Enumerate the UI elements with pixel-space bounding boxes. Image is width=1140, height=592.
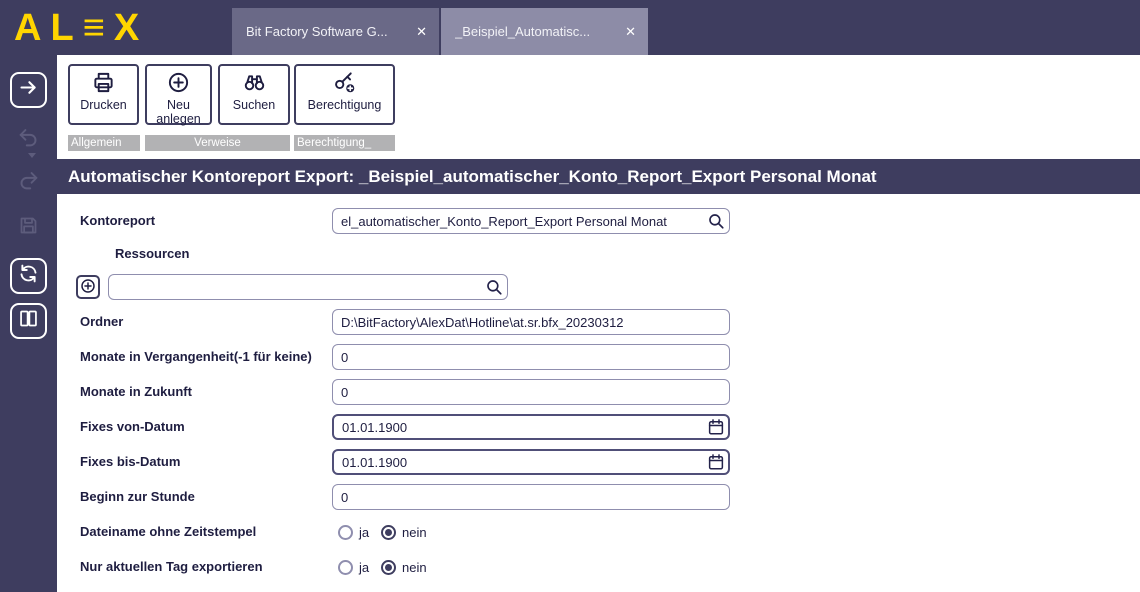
refresh-icon xyxy=(18,263,39,289)
columns-icon xyxy=(18,308,39,334)
radio-label-nein[interactable]: nein xyxy=(402,560,427,575)
new-record-button[interactable]: Neu anlegen xyxy=(145,64,212,125)
kontoreport-label: Kontoreport xyxy=(80,208,155,234)
tab-label: Bit Factory Software G... xyxy=(246,24,406,39)
monate-vergangenheit-input[interactable] xyxy=(332,344,730,370)
save-icon xyxy=(18,215,39,241)
calendar-icon[interactable] xyxy=(707,453,725,471)
group-tab-verweise[interactable]: Verweise xyxy=(145,135,290,151)
fixes-bis-datum-label: Fixes bis-Datum xyxy=(80,449,180,475)
page-title: Automatischer Kontoreport Export: _Beisp… xyxy=(57,159,1140,194)
beginn-stunde-field xyxy=(332,484,730,510)
tab-beispiel-automatisch[interactable]: _Beispiel_Automatisc... ✕ xyxy=(441,8,648,55)
main-content: Drucken Neu anlegen Suchen Berechtigung … xyxy=(57,55,1140,592)
radio-aktuellen-tag-nein[interactable] xyxy=(381,560,396,575)
radio-aktuellen-tag-ja[interactable] xyxy=(338,560,353,575)
button-label: Suchen xyxy=(233,98,275,112)
search-button[interactable]: Suchen xyxy=(218,64,290,125)
save-button[interactable] xyxy=(10,210,47,246)
fixes-von-datum-label: Fixes von-Datum xyxy=(80,414,185,440)
permissions-button[interactable]: Berechtigung xyxy=(294,64,395,125)
arrow-right-icon xyxy=(18,77,39,103)
tab-bit-factory[interactable]: Bit Factory Software G... ✕ xyxy=(232,8,439,55)
fixes-bis-datum-field xyxy=(332,449,730,475)
radio-dateiname-ja[interactable] xyxy=(338,525,353,540)
group-tab-berechtigung[interactable]: Berechtigung_ xyxy=(294,135,395,151)
ressourcen-field xyxy=(108,274,508,300)
monate-zukunft-field xyxy=(332,379,730,405)
redo-icon xyxy=(18,170,39,196)
monate-zukunft-label: Monate in Zukunft xyxy=(80,379,192,405)
kontoreport-input[interactable] xyxy=(332,208,730,234)
binoculars-icon xyxy=(243,71,266,97)
ordner-field xyxy=(332,309,730,335)
close-icon[interactable]: ✕ xyxy=(416,24,427,40)
undo-history-caret-icon[interactable] xyxy=(28,153,36,158)
monate-vergangenheit-field xyxy=(332,344,730,370)
monate-vergangenheit-label: Monate in Vergangenheit(-1 für keine) xyxy=(80,344,312,370)
nur-aktuellen-tag-label: Nur aktuellen Tag exportieren xyxy=(80,554,263,580)
button-label: Berechtigung xyxy=(308,98,382,112)
kontoreport-field xyxy=(332,208,730,234)
button-label: Neu anlegen xyxy=(149,98,208,127)
beginn-stunde-label: Beginn zur Stunde xyxy=(80,484,195,510)
calendar-icon[interactable] xyxy=(707,418,725,436)
radio-dateiname-nein[interactable] xyxy=(381,525,396,540)
redo-button[interactable] xyxy=(10,165,47,201)
key-plus-icon xyxy=(333,71,356,97)
fixes-von-datum-input[interactable] xyxy=(332,414,730,440)
fixes-bis-datum-input[interactable] xyxy=(332,449,730,475)
columns-button[interactable] xyxy=(10,303,47,339)
top-bar: AL≡X Bit Factory Software G... ✕ _Beispi… xyxy=(0,0,1140,55)
sidebar xyxy=(0,55,57,592)
group-tab-allgemein[interactable]: Allgemein xyxy=(68,135,140,151)
forward-arrow-button[interactable] xyxy=(10,72,47,108)
beginn-stunde-input[interactable] xyxy=(332,484,730,510)
fixes-von-datum-field xyxy=(332,414,730,440)
radio-label-ja[interactable]: ja xyxy=(359,525,369,540)
plus-circle-icon xyxy=(80,278,96,297)
alex-logo: AL≡X xyxy=(14,2,148,54)
button-label: Drucken xyxy=(80,98,127,112)
tab-label: _Beispiel_Automatisc... xyxy=(455,24,615,39)
undo-icon xyxy=(18,127,39,153)
plus-circle-icon xyxy=(167,71,190,97)
ressourcen-label: Ressourcen xyxy=(115,241,189,267)
radio-label-ja[interactable]: ja xyxy=(359,560,369,575)
monate-zukunft-input[interactable] xyxy=(332,379,730,405)
search-icon[interactable] xyxy=(485,278,503,296)
ordner-input[interactable] xyxy=(332,309,730,335)
print-button[interactable]: Drucken xyxy=(68,64,139,125)
printer-icon xyxy=(92,71,115,97)
refresh-button[interactable] xyxy=(10,258,47,294)
search-icon[interactable] xyxy=(707,212,725,230)
dateiname-zeitstempel-label: Dateiname ohne Zeitstempel xyxy=(80,519,256,545)
add-resource-button[interactable] xyxy=(76,275,100,299)
app-window: AL≡X Bit Factory Software G... ✕ _Beispi… xyxy=(0,0,1140,592)
close-icon[interactable]: ✕ xyxy=(625,24,636,40)
radio-label-nein[interactable]: nein xyxy=(402,525,427,540)
ressourcen-input[interactable] xyxy=(108,274,508,300)
ordner-label: Ordner xyxy=(80,309,123,335)
